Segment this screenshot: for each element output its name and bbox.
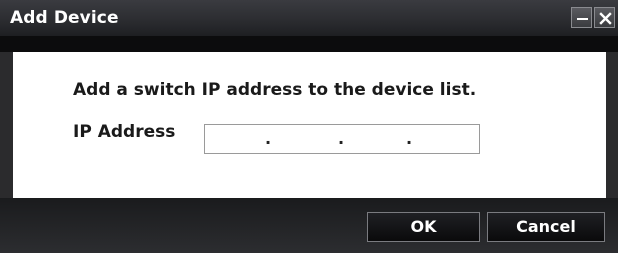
close-button[interactable] [594, 7, 615, 28]
ip-octet-separator: . [338, 129, 345, 148]
title-bar[interactable]: Add Device [0, 0, 618, 36]
ip-address-input[interactable]: . . . [204, 124, 480, 154]
content-panel: Add a switch IP address to the device li… [13, 52, 606, 198]
ip-address-label: IP Address [73, 122, 176, 142]
ip-octet-separator: . [265, 129, 272, 148]
ok-button[interactable]: OK [367, 212, 480, 242]
add-device-dialog: Add Device Add a switch IP address to th… [0, 0, 618, 253]
ip-octet-separator: . [406, 129, 413, 148]
cancel-button[interactable]: Cancel [487, 212, 605, 242]
button-bar: OK Cancel [0, 198, 618, 253]
instruction-text: Add a switch IP address to the device li… [73, 80, 477, 100]
minimize-button[interactable] [571, 7, 592, 28]
minimize-icon [577, 18, 588, 20]
dialog-title: Add Device [10, 8, 119, 28]
title-separator [0, 36, 618, 52]
close-icon [599, 12, 612, 25]
